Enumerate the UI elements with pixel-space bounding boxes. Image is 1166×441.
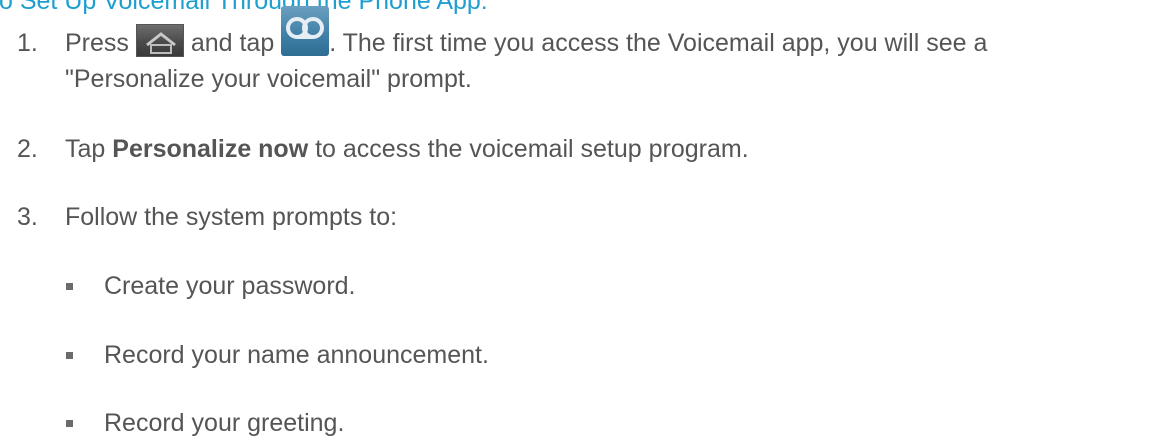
step-2: 2. Tap Personalize now to access the voi… (17, 131, 1157, 167)
step-1-tap-text: and tap (190, 29, 275, 57)
step-3-text: Follow the system prompts to: (65, 203, 398, 231)
voicemail-icon[interactable] (281, 6, 330, 57)
step-1-line2: "Personalize your voicemail" prompt. (65, 65, 472, 93)
home-icon[interactable] (135, 23, 184, 57)
substep-record-name: Record your name announcement. (104, 341, 489, 369)
step-2-number: 2. (17, 135, 38, 163)
step-1: 1. Press and tap . The first time you ac… (17, 6, 1157, 97)
step-2-pre-text: Tap (65, 135, 113, 163)
bullet-icon (66, 352, 73, 359)
step-1-number: 1. (17, 29, 38, 57)
substep-create-password: Create your password. (104, 272, 356, 300)
step-3-number: 3. (17, 203, 38, 231)
step-2-text: Tap Personalize now to access the voicem… (65, 131, 749, 167)
step-1-press-text: Press (65, 29, 129, 57)
section-heading: o Set Up Voicemail Through the Phone App… (0, 0, 488, 15)
step-3: 3. Follow the system prompts to: (17, 199, 1157, 235)
personalize-now-label: Personalize now (112, 135, 309, 163)
bullet-icon (66, 283, 73, 290)
step-2-post-text: to access the voicemail setup program. (308, 135, 749, 163)
step-1-text: Press and tap . The first time you acces… (65, 6, 988, 61)
step-1-rest-text: . The first time you access the Voicemai… (329, 29, 988, 57)
bullet-icon (66, 420, 73, 427)
